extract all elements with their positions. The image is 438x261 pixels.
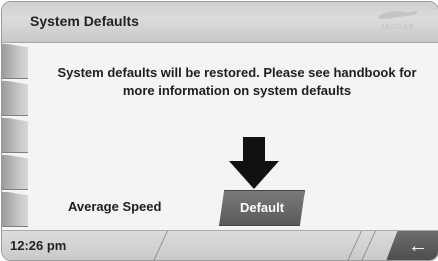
side-tab-5[interactable] bbox=[2, 191, 28, 227]
footer-divider bbox=[361, 231, 376, 260]
header-bar: System Defaults JAGUAR bbox=[2, 2, 438, 43]
footer-divider bbox=[347, 231, 362, 260]
side-tab-4[interactable] bbox=[2, 154, 28, 190]
infotainment-screen: System Defaults JAGUAR System defaults w… bbox=[1, 1, 438, 261]
footer-divider bbox=[153, 231, 168, 260]
back-button[interactable]: ← bbox=[386, 231, 438, 260]
jaguar-logo: JAGUAR bbox=[368, 7, 428, 37]
side-tab-2[interactable] bbox=[2, 80, 28, 116]
back-arrow-icon: ← bbox=[408, 235, 428, 257]
footer-bar: 12:26 pm ← bbox=[2, 230, 438, 260]
side-tab-1[interactable] bbox=[2, 43, 28, 79]
down-arrow-icon bbox=[229, 137, 279, 189]
restore-message: System defaults will be restored. Please… bbox=[57, 65, 417, 98]
page-title: System Defaults bbox=[30, 13, 139, 29]
side-tabs bbox=[2, 43, 28, 229]
side-tab-3[interactable] bbox=[2, 117, 28, 153]
leaper-icon bbox=[378, 10, 418, 19]
brand-name: JAGUAR bbox=[381, 23, 415, 31]
default-button[interactable]: Default bbox=[219, 190, 305, 226]
clock-time: 12:26 pm bbox=[10, 238, 67, 253]
average-speed-label: Average Speed bbox=[68, 199, 162, 214]
